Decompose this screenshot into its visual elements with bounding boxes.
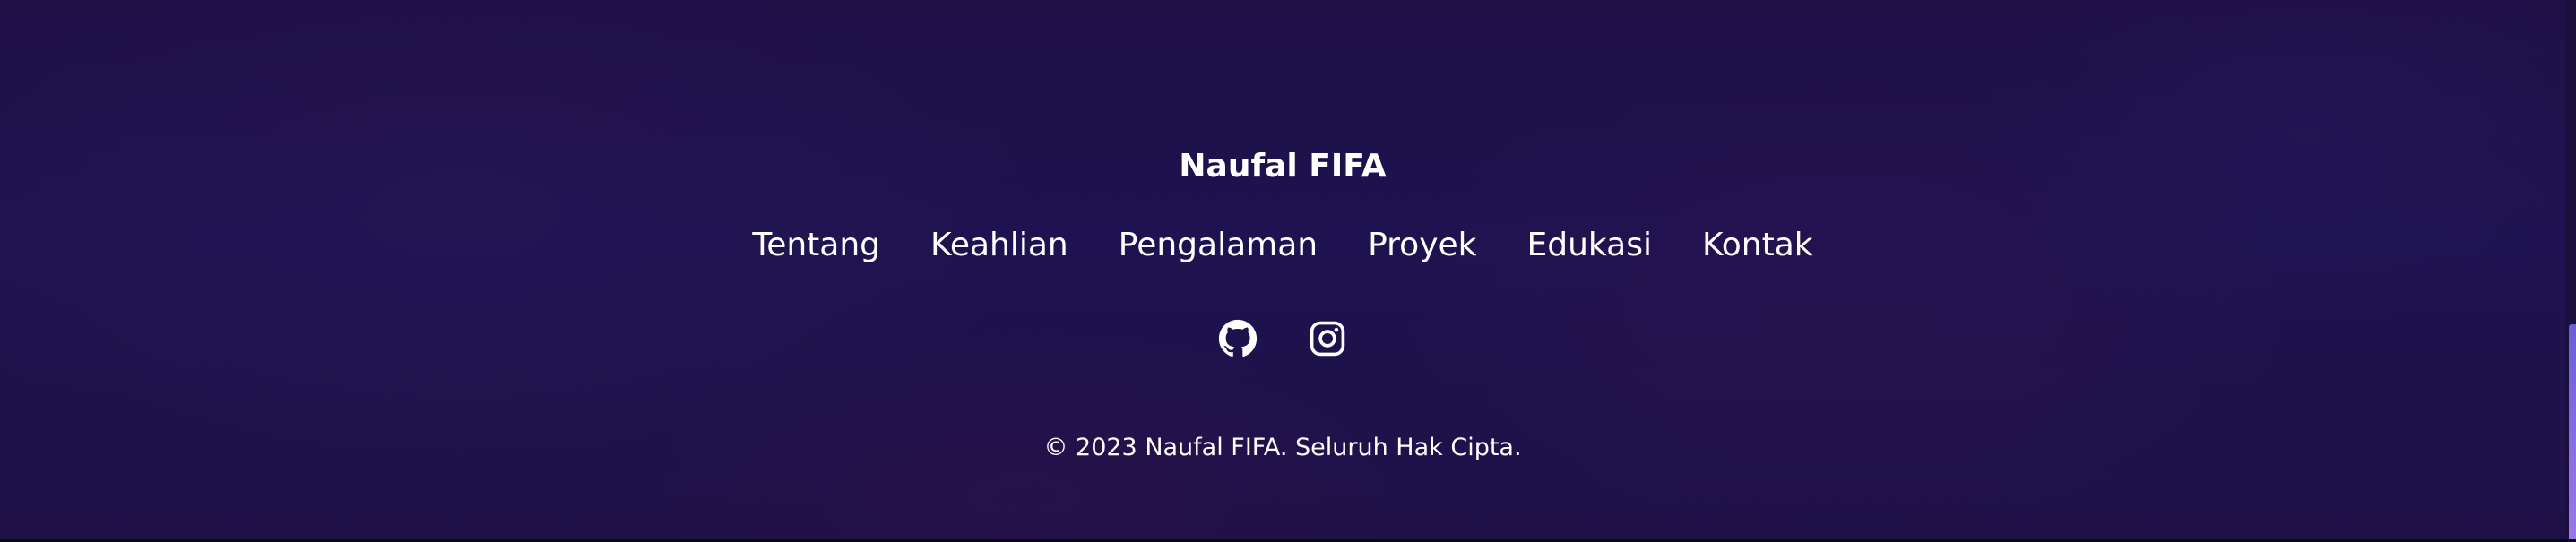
scrollbar-thumb[interactable] xyxy=(2569,324,2576,542)
footer-nav-proyek[interactable]: Proyek xyxy=(1368,222,1476,269)
footer-nav-tentang[interactable]: Tentang xyxy=(752,222,880,269)
github-icon xyxy=(1218,319,1258,357)
github-link[interactable] xyxy=(1218,319,1258,358)
footer-nav-kontak[interactable]: Kontak xyxy=(1702,222,1813,269)
site-footer: Naufal FIFA Tentang Keahlian Pengalaman … xyxy=(0,0,2565,539)
footer-nav-pengalaman[interactable]: Pengalaman xyxy=(1119,222,1318,269)
copyright-text: © 2023 Naufal FIFA. Seluruh Hak Cipta. xyxy=(1043,434,1522,461)
footer-nav-edukasi[interactable]: Edukasi xyxy=(1527,222,1652,269)
instagram-link[interactable] xyxy=(1308,319,1347,358)
instagram-icon xyxy=(1310,321,1345,357)
footer-nav: Tentang Keahlian Pengalaman Proyek Eduka… xyxy=(0,222,2565,269)
footer-socials xyxy=(0,317,2565,360)
footer-brand: Naufal FIFA xyxy=(1179,148,1387,185)
footer-nav-keahlian[interactable]: Keahlian xyxy=(930,222,1068,269)
